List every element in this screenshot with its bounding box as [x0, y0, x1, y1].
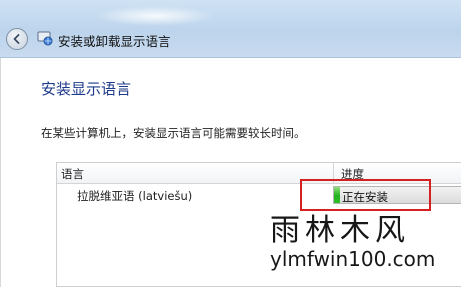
title-bar-glow	[95, 6, 215, 26]
language-app-icon	[37, 31, 53, 46]
page-description: 在某些计算机上，安装显示语言可能需要较长时间。	[41, 126, 306, 140]
language-name: 拉脱维亚语 (latviešu)	[77, 189, 193, 203]
watermark-url: ylmfwin100.com	[270, 247, 436, 271]
title-bar: 安装或卸载显示语言	[0, 0, 461, 58]
column-header-language[interactable]: 语言	[61, 166, 84, 182]
watermark-name: 雨林木风	[270, 213, 410, 248]
back-arrow-icon	[13, 34, 20, 44]
window-title: 安装或卸载显示语言	[58, 34, 171, 49]
page-heading: 安装显示语言	[41, 80, 132, 98]
back-button[interactable]	[6, 28, 28, 50]
